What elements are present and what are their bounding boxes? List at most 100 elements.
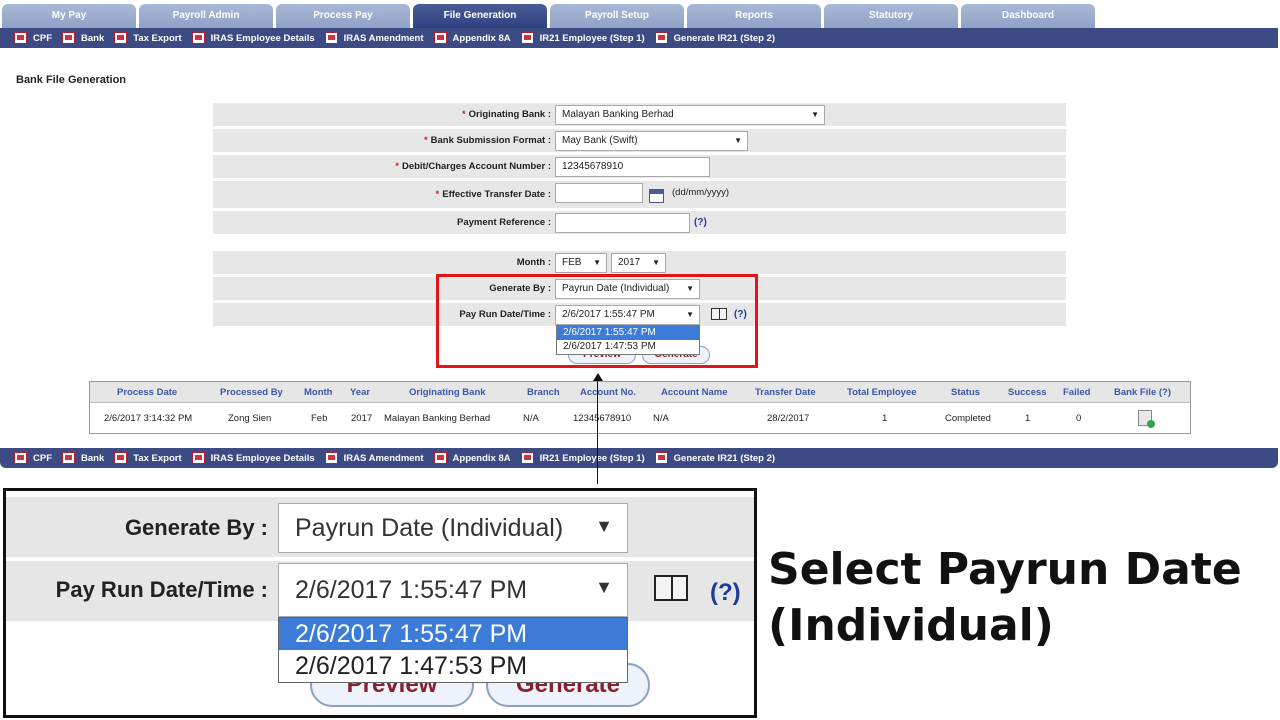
subnav-appendix-8a[interactable]: Appendix 8A	[433, 32, 511, 44]
subnav-iras-employee-details[interactable]: IRAS Employee Details	[191, 32, 315, 44]
bank-file-download-icon[interactable]	[1138, 410, 1155, 428]
originating-bank-select[interactable]: Malayan Banking Berhad ▼	[555, 105, 825, 125]
document-icon	[191, 452, 205, 464]
chevron-down-icon: ▼	[593, 258, 601, 267]
document-icon	[433, 452, 447, 464]
column-header: Branch	[527, 387, 560, 398]
table-cell: 1	[882, 413, 888, 424]
dropdown-option[interactable]: 2/6/2017 1:47:53 PM	[279, 650, 627, 682]
document-icon	[324, 32, 338, 44]
table-cell: Zong Sien	[228, 413, 272, 424]
subnav-bank[interactable]: Bank	[62, 452, 104, 464]
subnav-ir21-employee[interactable]: IR21 Employee (Step 1)	[520, 452, 645, 464]
subnav-iras-amendment[interactable]: IRAS Amendment	[324, 452, 424, 464]
document-icon	[520, 32, 534, 44]
payment-reference-label: Payment Reference :	[457, 217, 551, 228]
column-header: Originating Bank	[409, 387, 486, 398]
document-icon	[62, 452, 75, 464]
column-header: Account Name	[661, 387, 728, 398]
tab-payroll-setup[interactable]: Payroll Setup	[550, 4, 684, 28]
originating-bank-label: * Originating Bank :	[461, 109, 551, 120]
zoom-generate-by-select[interactable]: Payrun Date (Individual) ▼	[278, 503, 628, 553]
transfer-date-row: * Effective Transfer Date : (dd/mm/yyyy)	[213, 181, 1066, 208]
document-icon	[520, 452, 534, 464]
subnav-cpf[interactable]: CPF	[14, 452, 52, 464]
subnav-label: CPF	[33, 452, 52, 464]
document-icon	[191, 32, 205, 44]
chevron-down-icon: ▼	[734, 136, 742, 145]
zoomed-detail-panel: Generate By : Payrun Date (Individual) ▼ …	[3, 488, 757, 718]
subnav-tax-export[interactable]: Tax Export	[114, 452, 182, 464]
subnav-iras-employee-details[interactable]: IRAS Employee Details	[191, 452, 315, 464]
document-icon	[324, 452, 338, 464]
dropdown-option[interactable]: 2/6/2017 1:55:47 PM	[279, 618, 627, 650]
column-header: Process Date	[117, 387, 178, 398]
subnav-top: CPF Bank Tax Export IRAS Employee Detail…	[0, 28, 1278, 48]
table-cell: Completed	[945, 413, 991, 424]
payment-reference-help[interactable]: (?)	[694, 217, 707, 228]
tab-process-pay[interactable]: Process Pay	[276, 4, 410, 28]
subnav-cpf[interactable]: CPF	[14, 32, 52, 44]
table-header: Process Date Processed By Month Year Ori…	[90, 382, 1190, 403]
subnav-ir21-employee[interactable]: IR21 Employee (Step 1)	[520, 32, 645, 44]
table-cell: 2017	[351, 413, 373, 424]
document-icon	[114, 32, 128, 44]
history-table: Process Date Processed By Month Year Ori…	[89, 381, 1191, 434]
zoom-pay-run-help[interactable]: (?)	[710, 579, 741, 607]
instruction-caption: Select Payrun Date (Individual)	[768, 544, 1242, 651]
subnav-bottom: CPF Bank Tax Export IRAS Employee Detail…	[0, 448, 1278, 468]
subnav-appendix-8a[interactable]: Appendix 8A	[433, 452, 511, 464]
subnav-label: Generate IR21 (Step 2)	[673, 32, 776, 44]
originating-bank-row: * Originating Bank : Malayan Banking Berh…	[213, 103, 1066, 126]
subnav-label: IRAS Employee Details	[210, 452, 315, 464]
account-number-label: * Debit/Charges Account Number :	[395, 161, 551, 172]
table-cell: N/A	[523, 413, 539, 424]
subnav-label: IRAS Amendment	[343, 32, 424, 44]
document-icon	[62, 32, 75, 44]
account-number-input[interactable]: 12345678910	[555, 157, 710, 177]
subnav-label: IR21 Employee (Step 1)	[539, 452, 645, 464]
table-cell: 0	[1076, 413, 1082, 424]
subnav-generate-ir21[interactable]: Generate IR21 (Step 2)	[654, 452, 776, 464]
column-header: Status	[951, 387, 981, 398]
account-number-row: * Debit/Charges Account Number : 12345678…	[213, 155, 1066, 178]
zoom-pay-run-row: Pay Run Date/Time : 2/6/2017 1:55:47 PM ▼	[6, 561, 754, 621]
subnav-label: IR21 Employee (Step 1)	[539, 32, 645, 44]
transfer-date-input[interactable]	[555, 183, 643, 203]
subnav-label: Appendix 8A	[452, 452, 511, 464]
year-select[interactable]: 2017 ▼	[611, 253, 666, 273]
main-tabs: My Pay Payroll Admin Process Pay File Ge…	[0, 4, 1280, 28]
zoom-generate-by-row: Generate By : Payrun Date (Individual) ▼	[6, 497, 754, 557]
zoom-pay-run-dropdown: 2/6/2017 1:55:47 PM 2/6/2017 1:47:53 PM	[278, 617, 628, 683]
subnav-iras-amendment[interactable]: IRAS Amendment	[324, 32, 424, 44]
book-icon[interactable]	[654, 575, 688, 601]
column-header[interactable]: Bank File (?)	[1114, 382, 1171, 403]
column-header: Failed	[1063, 387, 1091, 398]
tab-payroll-admin[interactable]: Payroll Admin	[139, 4, 273, 28]
tab-dashboard[interactable]: Dashboard	[961, 4, 1095, 28]
callout-arrow-head	[593, 373, 603, 381]
tab-file-generation[interactable]: File Generation	[413, 4, 547, 28]
zoom-pay-run-select[interactable]: 2/6/2017 1:55:47 PM ▼	[278, 563, 628, 617]
subnav-generate-ir21[interactable]: Generate IR21 (Step 2)	[654, 32, 776, 44]
month-select[interactable]: FEB ▼	[555, 253, 607, 273]
document-icon	[14, 32, 27, 44]
subnav-label: Bank	[81, 452, 105, 464]
month-label: Month :	[516, 257, 551, 268]
subnav-label: Generate IR21 (Step 2)	[673, 452, 776, 464]
submission-format-label: * Bank Submission Format :	[423, 135, 551, 146]
subnav-tax-export[interactable]: Tax Export	[114, 32, 182, 44]
tab-my-pay[interactable]: My Pay	[2, 4, 136, 28]
calendar-icon[interactable]	[649, 189, 664, 203]
payment-reference-input[interactable]	[555, 213, 690, 233]
transfer-date-label: * Effective Transfer Date :	[435, 189, 551, 200]
table-cell: 1	[1025, 413, 1031, 424]
subnav-label: Tax Export	[133, 452, 182, 464]
payment-reference-row: Payment Reference : (?)	[213, 211, 1066, 234]
month-row: Month : FEB ▼ 2017 ▼	[213, 251, 1066, 274]
tab-statutory[interactable]: Statutory	[824, 4, 958, 28]
submission-format-select[interactable]: May Bank (Swift) ▼	[555, 131, 748, 151]
tab-reports[interactable]: Reports	[687, 4, 821, 28]
subnav-bank[interactable]: Bank	[62, 32, 104, 44]
subnav-label: CPF	[33, 32, 52, 44]
